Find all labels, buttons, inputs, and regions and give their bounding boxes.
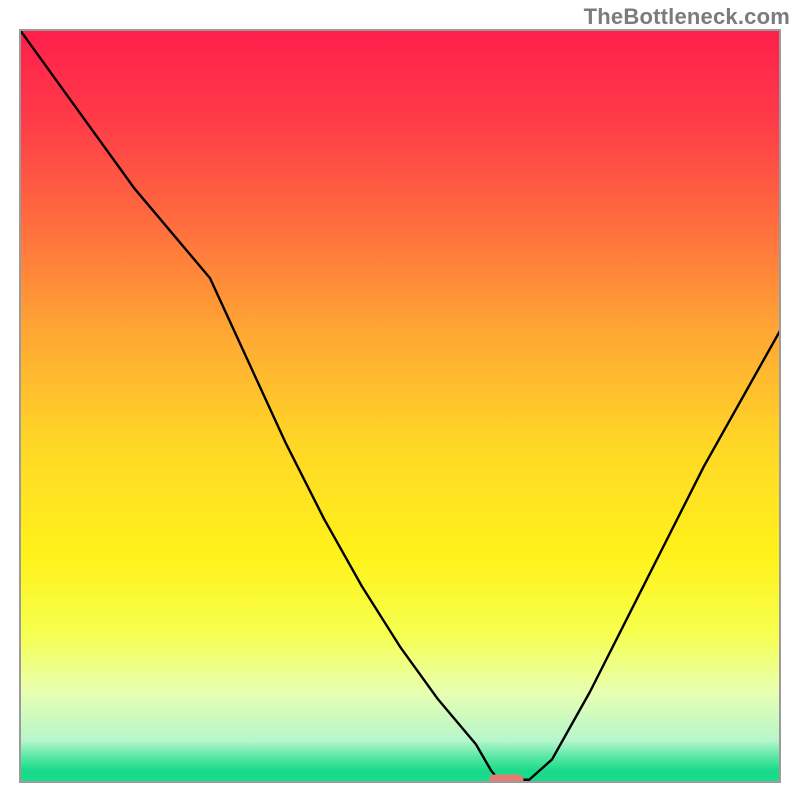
bottleneck-chart: TheBottleneck.com — [0, 0, 800, 800]
watermark-text: TheBottleneck.com — [584, 4, 790, 30]
gradient-background — [20, 30, 780, 782]
sweet-spot-marker — [489, 774, 523, 785]
chart-svg — [0, 0, 800, 800]
